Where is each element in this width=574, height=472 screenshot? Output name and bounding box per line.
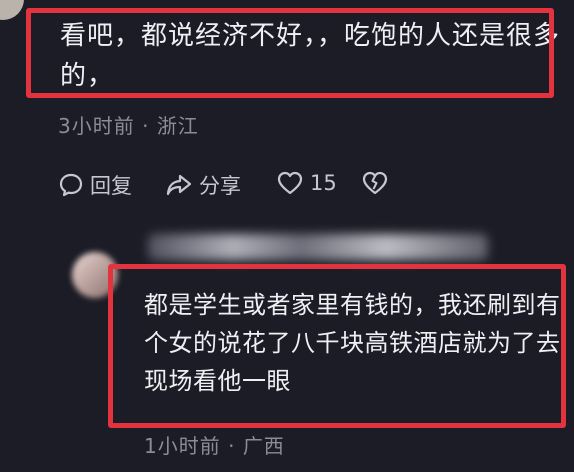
comment-meta: 3小时前 · 浙江 (58, 110, 199, 139)
reply-label: 回复 (90, 174, 132, 198)
broken-heart-icon (361, 170, 389, 196)
highlight-box (26, 8, 554, 98)
comment-location: 浙江 (156, 114, 199, 138)
share-button[interactable]: 分享 (165, 170, 241, 200)
username-redacted (148, 234, 488, 260)
like-button[interactable]: 15 (276, 170, 337, 196)
share-arrow-icon (165, 172, 193, 198)
reply-location: 广西 (242, 434, 285, 458)
share-label: 分享 (199, 174, 241, 198)
avatar[interactable] (0, 0, 24, 20)
meta-separator: · (228, 434, 236, 458)
like-count: 15 (310, 171, 337, 195)
comment-bubble-icon (58, 172, 84, 198)
dislike-button[interactable] (361, 170, 395, 196)
heart-icon (276, 170, 304, 196)
comment-time: 3小时前 (58, 114, 135, 138)
highlight-box (108, 264, 566, 428)
reply-time: 1小时前 (144, 434, 221, 458)
reply-meta: 1小时前 · 广西 (144, 430, 285, 459)
meta-separator: · (142, 114, 150, 138)
reply-button[interactable]: 回复 (58, 170, 132, 200)
